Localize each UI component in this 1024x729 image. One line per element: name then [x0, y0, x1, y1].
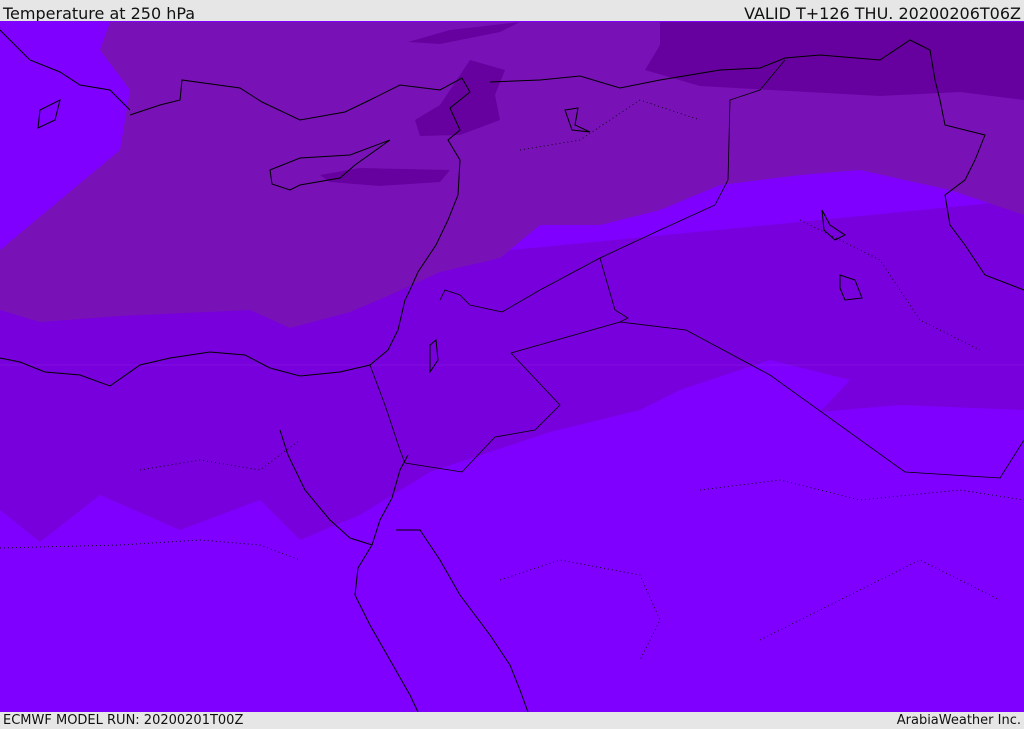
footer-bar: ECMWF MODEL RUN: 20200201T00Z ArabiaWeat…: [0, 712, 1024, 729]
temperature-map: [0, 21, 1024, 712]
header-bar: Temperature at 250 hPa VALID T+126 THU. …: [0, 0, 1024, 23]
model-run: ECMWF MODEL RUN: 20200201T00Z: [3, 713, 244, 728]
credit: ArabiaWeather Inc.: [896, 713, 1021, 728]
